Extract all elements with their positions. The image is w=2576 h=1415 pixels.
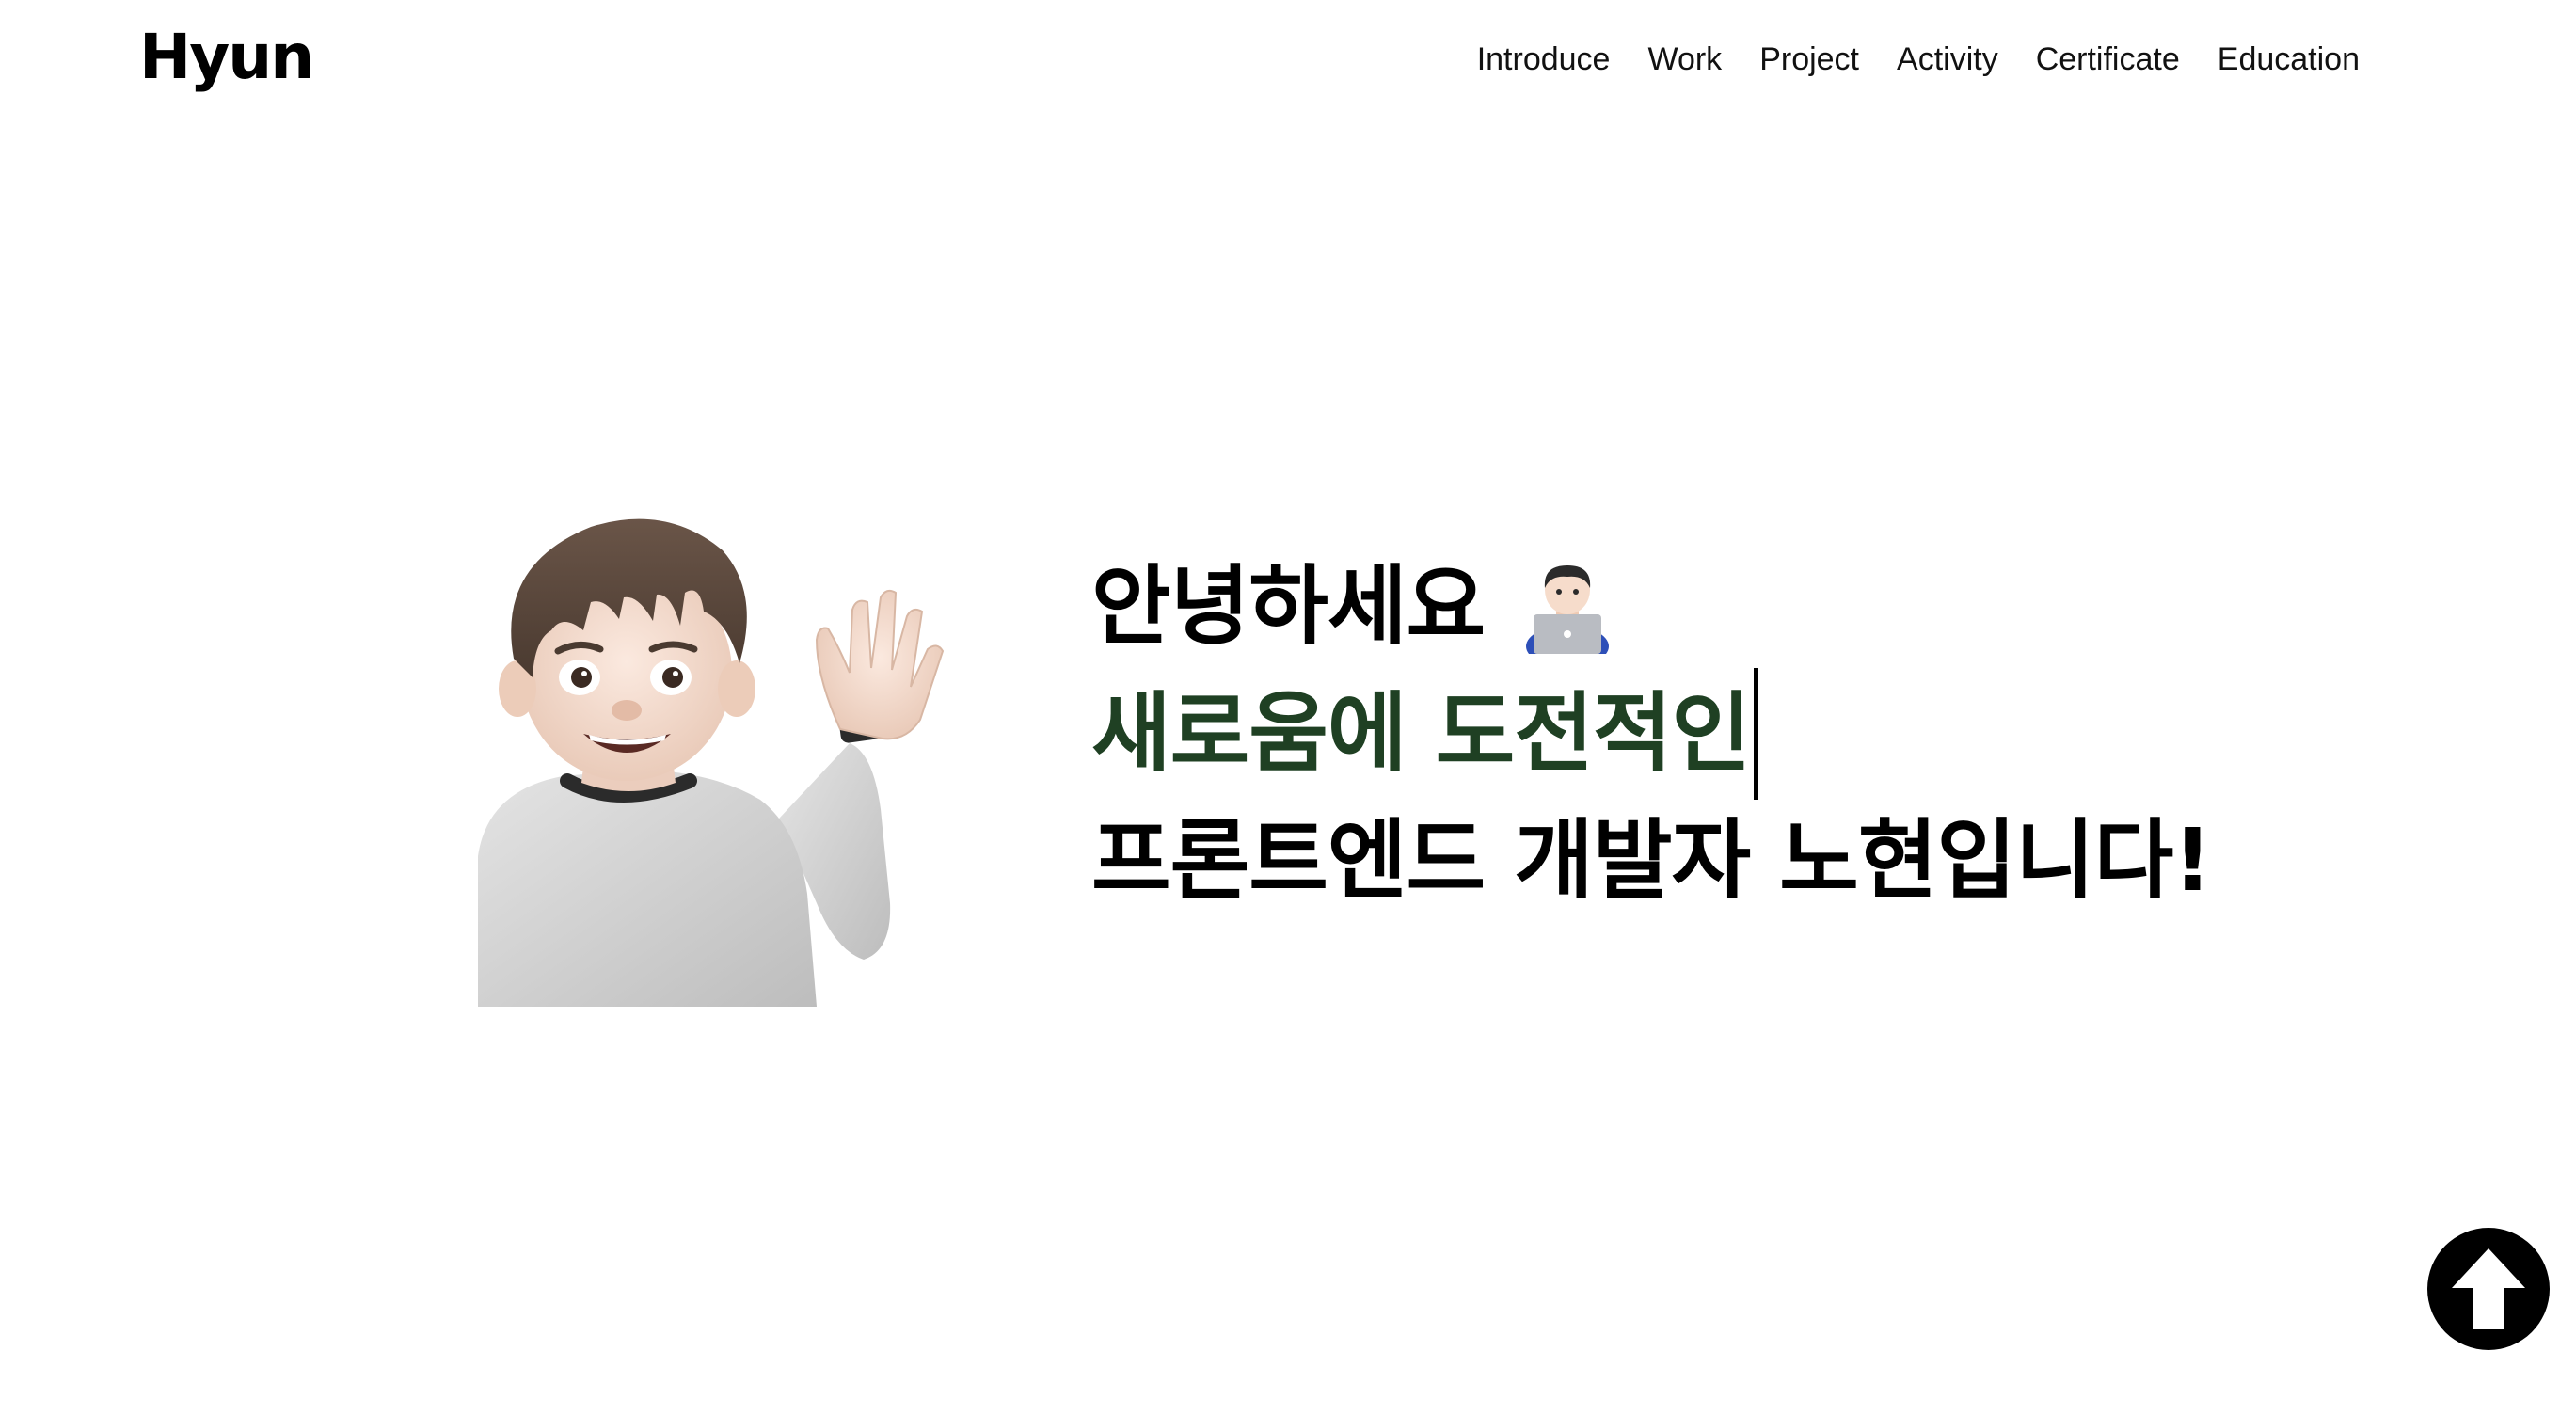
hero-line-1: 안녕하세요 [1091,546,2211,668]
nav-project[interactable]: Project [1759,43,1859,75]
hero-tagline: 새로움에 도전적인 [1091,683,1751,784]
scroll-to-top-button[interactable] [2427,1228,2550,1350]
hero-intro: 프론트엔드 개발자 노현입니다! [1091,810,2212,911]
arrow-up-icon [2452,1248,2525,1329]
main-nav: Introduce Work Project Activity Certific… [1477,43,2360,75]
nav-activity[interactable]: Activity [1897,43,1998,75]
hero-line-2: 새로움에 도전적인 [1091,668,2211,800]
hero-greeting: 안녕하세요 [1091,556,1486,657]
typing-caret [1754,668,1759,800]
man-technologist-icon [1526,565,1610,654]
hero-headline: 안녕하세요 새로움에 도전적인 프론트엔드 개발자 노현입니다! [1091,546,2212,922]
waving-memoji-icon [478,518,945,1007]
nav-education[interactable]: Education [2218,43,2360,75]
nav-certificate[interactable]: Certificate [2036,43,2180,75]
hero-line-3: 프론트엔드 개발자 노현입니다! [1091,800,2212,922]
nav-work[interactable]: Work [1647,43,1722,75]
nav-introduce[interactable]: Introduce [1477,43,1611,75]
site-logo[interactable]: Hyun [139,26,314,88]
